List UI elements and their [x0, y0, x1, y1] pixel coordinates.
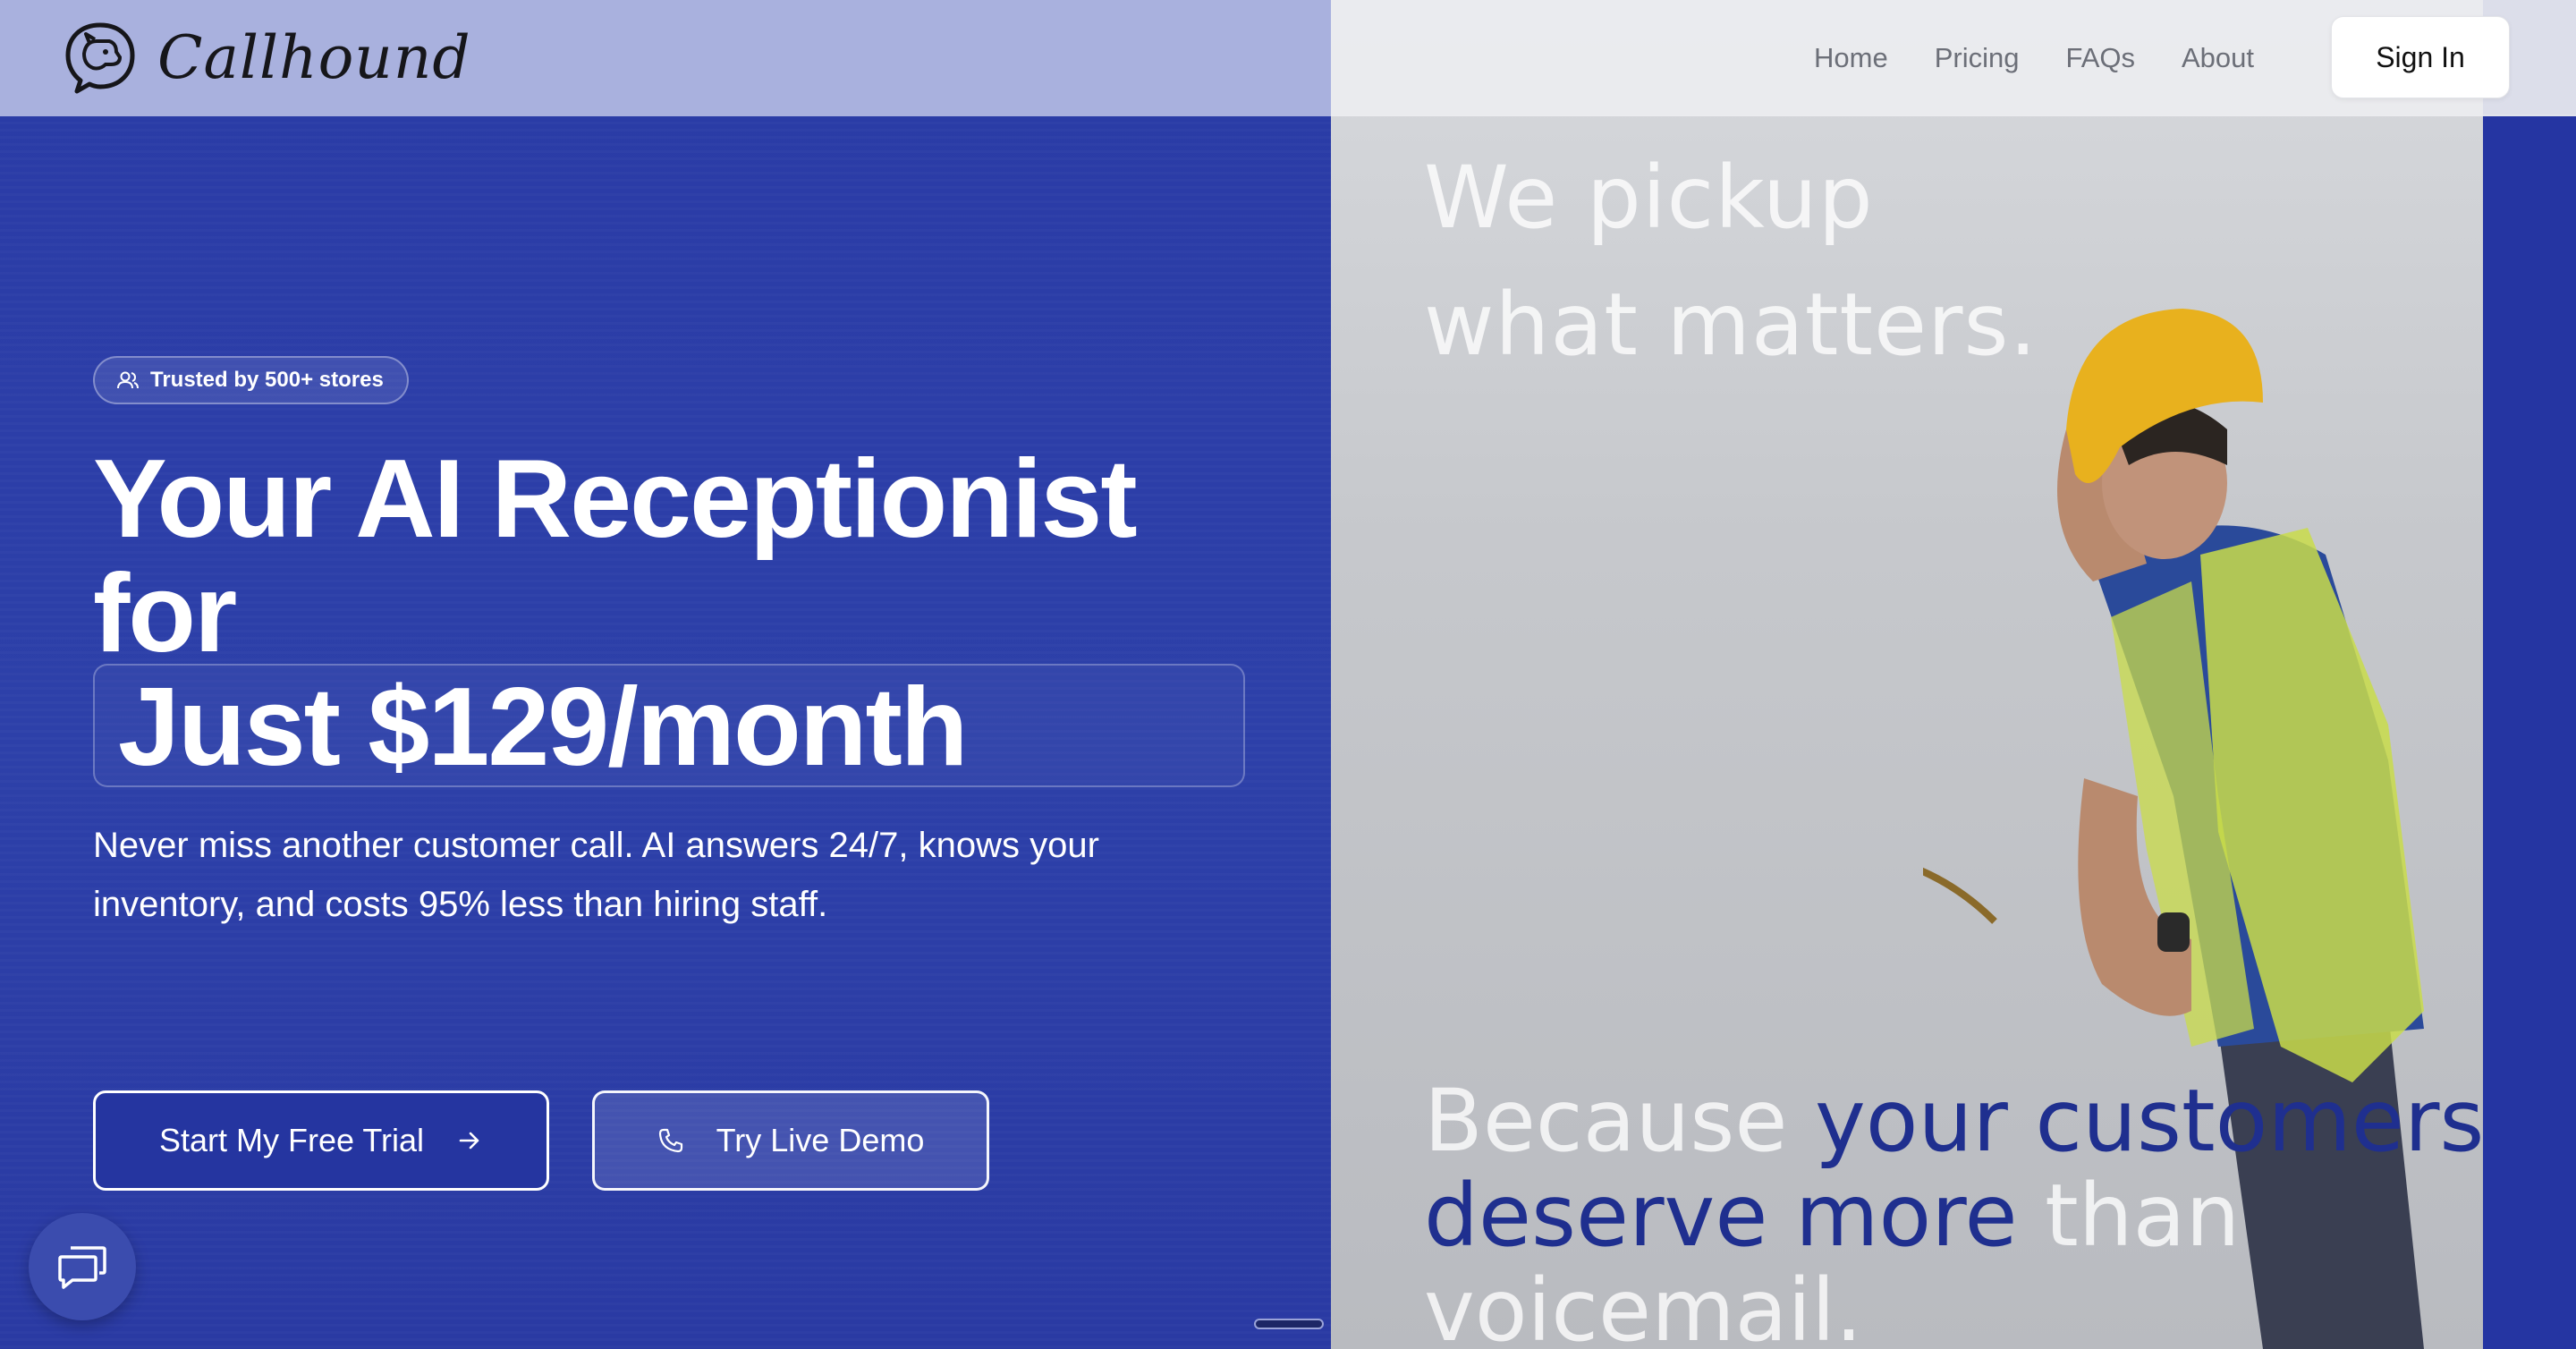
right-edge-strip [2483, 0, 2576, 1349]
trust-badge-label: Trusted by 500+ stores [150, 368, 384, 392]
sign-in-button[interactable]: Sign In [2331, 16, 2510, 98]
start-free-trial-button[interactable]: Start My Free Trial [93, 1090, 549, 1191]
hero-image-panel: We pickup what matters. Because your cus… [1331, 0, 2483, 1349]
quote-part-1: Because [1424, 1071, 1815, 1171]
quote-part-2: than [2017, 1166, 2241, 1266]
nav-link-about[interactable]: About [2182, 42, 2254, 74]
carousel-indicator[interactable] [1254, 1319, 1324, 1329]
brand-name: Callhound [157, 22, 471, 92]
users-icon [117, 371, 139, 389]
price-text: Just $129/month [118, 666, 968, 789]
try-live-demo-label: Try Live Demo [716, 1122, 925, 1158]
dog-chat-bubble-icon [65, 22, 135, 94]
price-highlight-box: Just $129/month [93, 664, 1245, 789]
top-nav: Callhound Home Pricing FAQs About Sign I… [0, 0, 2576, 116]
nav-links: Home Pricing FAQs About [1814, 0, 2254, 116]
quote-part-3: voicemail. [1424, 1260, 1863, 1349]
quote-highlight-1: your customers [1814, 1071, 2483, 1171]
try-live-demo-button[interactable]: Try Live Demo [592, 1090, 989, 1191]
phone-icon [658, 1128, 682, 1153]
landing-page: We pickup what matters. Because your cus… [0, 0, 2576, 1349]
hero-subtitle: Never miss another customer call. AI ans… [93, 826, 1099, 924]
headline-line-2: for [93, 552, 237, 675]
brand-logo[interactable]: Callhound [63, 20, 471, 95]
image-tagline-line1: We pickup [1424, 148, 1874, 248]
headline-line-1: Your AI Receptionist [93, 437, 1138, 561]
chat-widget-button[interactable] [29, 1213, 136, 1320]
quote-highlight-2: deserve more [1424, 1166, 2018, 1266]
chat-bubbles-icon [58, 1246, 106, 1289]
nav-link-pricing[interactable]: Pricing [1935, 42, 2020, 74]
start-free-trial-label: Start My Free Trial [158, 1122, 425, 1158]
hero-headline: Your AI Receptionist for [93, 442, 1256, 671]
image-quote: Because your customers deserve more than… [1424, 1073, 2483, 1349]
nav-link-faqs[interactable]: FAQs [2065, 42, 2135, 74]
arrow-right-icon [459, 1132, 479, 1150]
trust-badge: Trusted by 500+ stores [93, 356, 409, 404]
nav-link-home[interactable]: Home [1814, 42, 1888, 74]
